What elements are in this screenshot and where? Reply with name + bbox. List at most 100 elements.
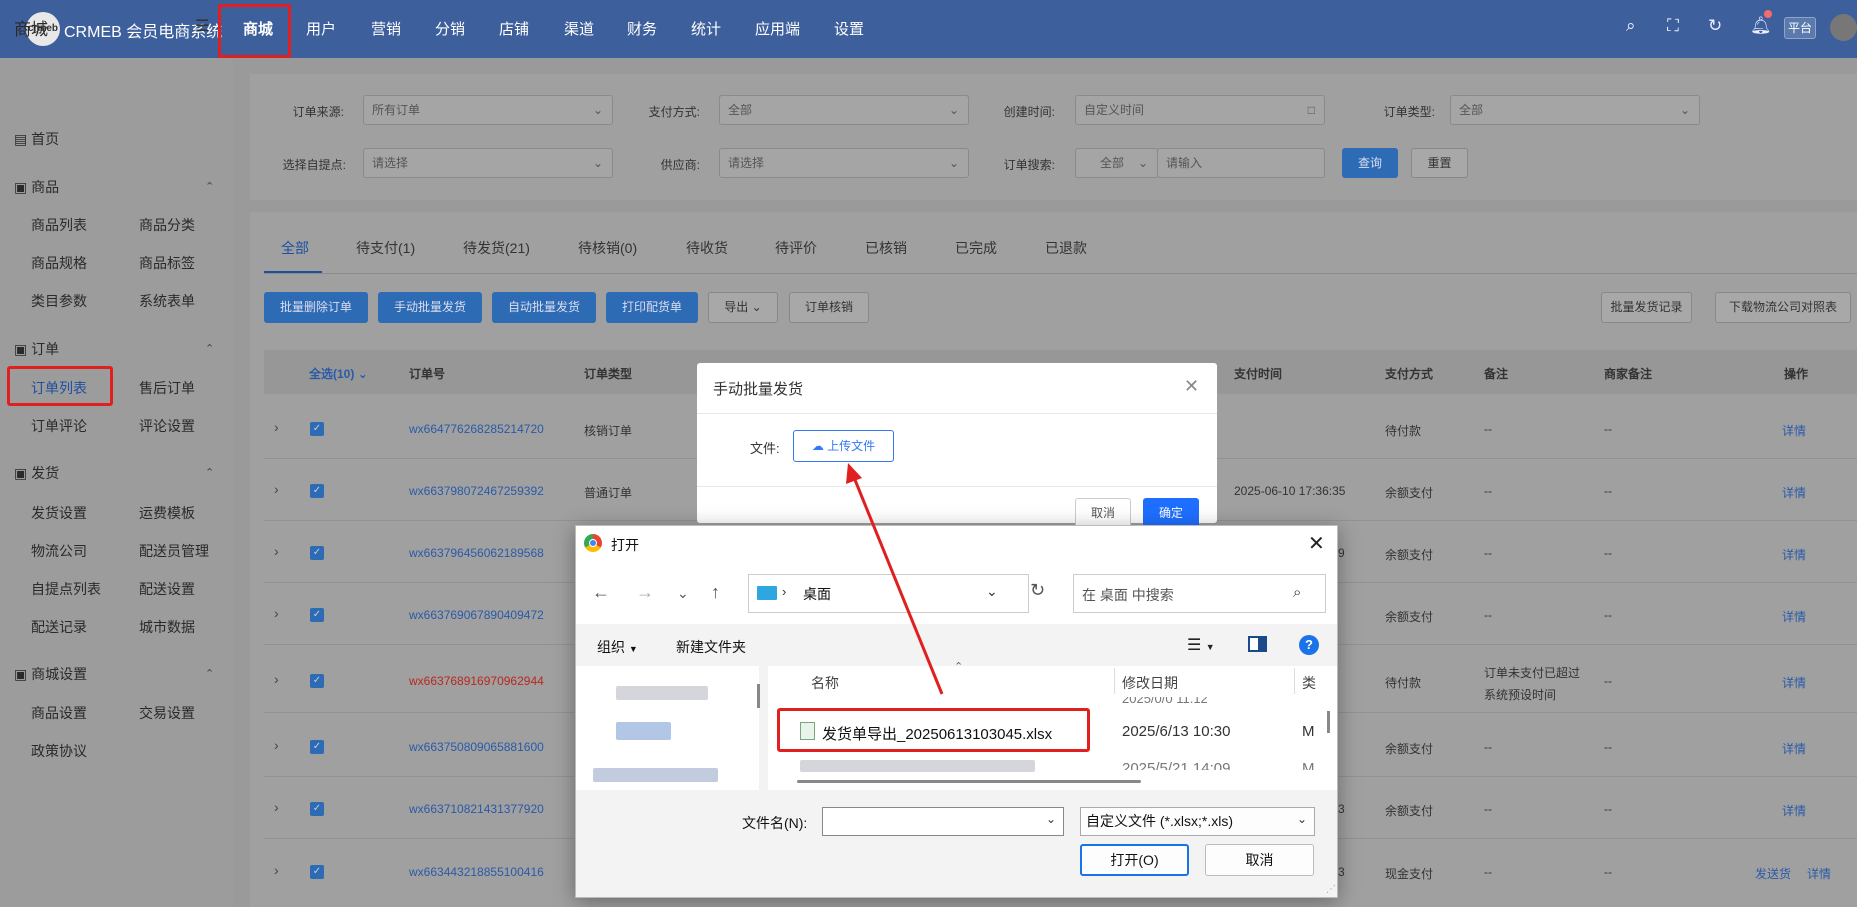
nav-pane-item-blurred[interactable] [593,768,718,782]
tab-pending-review[interactable]: 待评价 [775,238,817,258]
sidebar-item-logistics[interactable]: 物流公司 [31,541,87,561]
organize-menu[interactable]: 组织 ▼ [597,637,638,657]
sidebar-item-goods-spec[interactable]: 商品规格 [31,253,87,273]
select-all-header[interactable]: 全选(10) ⌄ [309,365,368,382]
sidebar-group-goods[interactable]: ▣ 商品 [14,177,59,197]
row-checkbox[interactable]: ✓ [310,674,324,688]
sidebar-item-ship-settings[interactable]: 发货设置 [31,503,87,523]
tab-refunded[interactable]: 已退款 [1045,238,1087,258]
cancel-button[interactable]: 取消 [1205,844,1314,876]
detail-link[interactable]: 详情 [1782,802,1806,819]
order-search-input[interactable]: 请输入 [1157,148,1325,178]
nav-distribution[interactable]: 分销 [435,18,465,39]
nav-pane-scrollbar[interactable] [757,684,760,708]
sidebar-item-system-form[interactable]: 系统表单 [139,291,195,311]
sidebar-group-shipping[interactable]: ▣ 发货 [14,463,59,483]
detail-link[interactable]: 详情 [1782,422,1806,439]
nav-pane-item-blurred[interactable] [616,686,708,700]
sidebar-item-delivery-settings[interactable]: 配送设置 [139,579,195,599]
expand-icon[interactable]: › [274,543,279,559]
file-type-filter[interactable]: 自定义文件 (*.xlsx;*.xls) [1080,807,1315,836]
export-dropdown[interactable]: 导出 ⌄ [708,292,778,323]
column-header-type[interactable]: 类 [1302,673,1316,693]
create-time-picker[interactable]: 自定义时间 □ [1075,95,1325,125]
sidebar-item-goods-settings[interactable]: 商品设置 [31,703,87,723]
batch-delete-button[interactable]: 批量删除订单 [264,292,368,323]
print-picking-button[interactable]: 打印配货单 [606,292,698,323]
query-button[interactable]: 查询 [1342,148,1398,178]
expand-icon[interactable]: › [274,605,279,621]
horizontal-scrollbar[interactable] [797,780,1141,783]
modal-cancel-button[interactable]: 取消 [1075,498,1131,528]
chevron-down-icon[interactable]: ⌄ [1046,812,1056,826]
tab-pending-ship[interactable]: 待发货(21) [463,238,530,258]
sidebar-item-freight-template[interactable]: 运费模板 [139,503,195,523]
fullscreen-icon[interactable]: ⛶ [1667,16,1679,36]
order-no-link[interactable]: wx664776268285214720 [409,422,544,436]
tab-all[interactable]: 全部 [281,238,309,258]
nav-app[interactable]: 应用端 [755,18,800,39]
detail-link[interactable]: 详情 [1782,740,1806,757]
order-type-select[interactable]: 全部 ⌄ [1450,95,1700,125]
bell-icon[interactable]: 🔔︎ [1750,16,1772,36]
sidebar-item-goods-category[interactable]: 商品分类 [139,215,195,235]
sidebar-item-comment-settings[interactable]: 评论设置 [139,416,195,436]
search-scope-select[interactable]: 全部 ⌄ [1075,148,1158,178]
sidebar-item-courier-mgmt[interactable]: 配送员管理 [139,541,209,561]
up-arrow-icon[interactable]: ↑ [711,582,720,603]
tab-pending-verify[interactable]: 待核销(0) [578,238,637,258]
sidebar-item-policy[interactable]: 政策协议 [31,741,87,761]
vertical-scrollbar[interactable] [1327,711,1330,733]
row-checkbox[interactable]: ✓ [310,546,324,560]
file-row-blurred[interactable] [800,760,1035,772]
filename-input[interactable] [822,807,1064,836]
nav-channel[interactable]: 渠道 [564,18,594,39]
nav-pane-item-blurred[interactable] [616,722,671,740]
detail-link[interactable]: 详情 [1782,674,1806,691]
reset-button[interactable]: 重置 [1411,148,1468,178]
ship-link[interactable]: 发送货 [1755,865,1791,882]
row-checkbox[interactable]: ✓ [310,608,324,622]
refresh-icon[interactable]: ↻ [1030,580,1045,601]
order-no-link[interactable]: wx663796456062189568 [409,546,544,560]
nav-finance[interactable]: 财务 [627,18,657,39]
detail-link[interactable]: 详情 [1782,546,1806,563]
supplier-select[interactable]: 请选择 ⌄ [719,148,969,178]
nav-store[interactable]: 店铺 [499,18,529,39]
nav-marketing[interactable]: 营销 [371,18,401,39]
row-checkbox[interactable]: ✓ [310,865,324,879]
order-no-link[interactable]: wx663798072467259392 [409,484,544,498]
pickup-select[interactable]: 请选择 ⌄ [363,148,613,178]
sidebar-item-goods-list[interactable]: 商品列表 [31,215,87,235]
order-no-link[interactable]: wx663443218855100416 [409,865,544,879]
order-no-link[interactable]: wx663710821431377920 [409,802,544,816]
column-header-date[interactable]: 修改日期 [1122,673,1178,693]
view-options-icon[interactable]: ☰ ▼ [1187,635,1215,655]
manual-ship-button[interactable]: 手动批量发货 [378,292,482,323]
tab-verified[interactable]: 已核销 [865,238,907,258]
open-button[interactable]: 打开(O) [1080,844,1189,876]
ship-records-button[interactable]: 批量发货记录 [1601,292,1692,323]
expand-icon[interactable]: › [274,419,279,435]
nav-user[interactable]: 用户 [306,18,336,39]
order-no-link[interactable]: wx663750809065881600 [409,740,544,754]
row-checkbox[interactable]: ✓ [310,740,324,754]
tab-pending-pay[interactable]: 待支付(1) [356,238,415,258]
sidebar-item-goods-tag[interactable]: 商品标签 [139,253,195,273]
expand-icon[interactable]: › [274,481,279,497]
row-checkbox[interactable]: ✓ [310,484,324,498]
download-logistics-button[interactable]: 下载物流公司对照表 [1715,292,1851,323]
row-checkbox[interactable]: ✓ [310,802,324,816]
breadcrumb-desktop[interactable]: 桌面 [803,584,831,604]
sidebar-item-city-data[interactable]: 城市数据 [139,617,195,637]
close-icon[interactable]: ✕ [1184,376,1199,397]
sidebar-item-trade-settings[interactable]: 交易设置 [139,703,195,723]
sidebar-item-home[interactable]: ▤ 首页 [14,129,59,149]
pay-method-select[interactable]: 全部 ⌄ [719,95,969,125]
close-icon[interactable]: ✕ [1308,531,1325,556]
search-icon[interactable]: ⌕ [1293,584,1301,601]
sidebar-group-order[interactable]: ▣ 订单 [14,339,59,359]
expand-icon[interactable]: › [274,737,279,753]
column-header-name[interactable]: 名称 [811,673,839,693]
menu-fold-icon[interactable]: ☰ [195,16,209,36]
